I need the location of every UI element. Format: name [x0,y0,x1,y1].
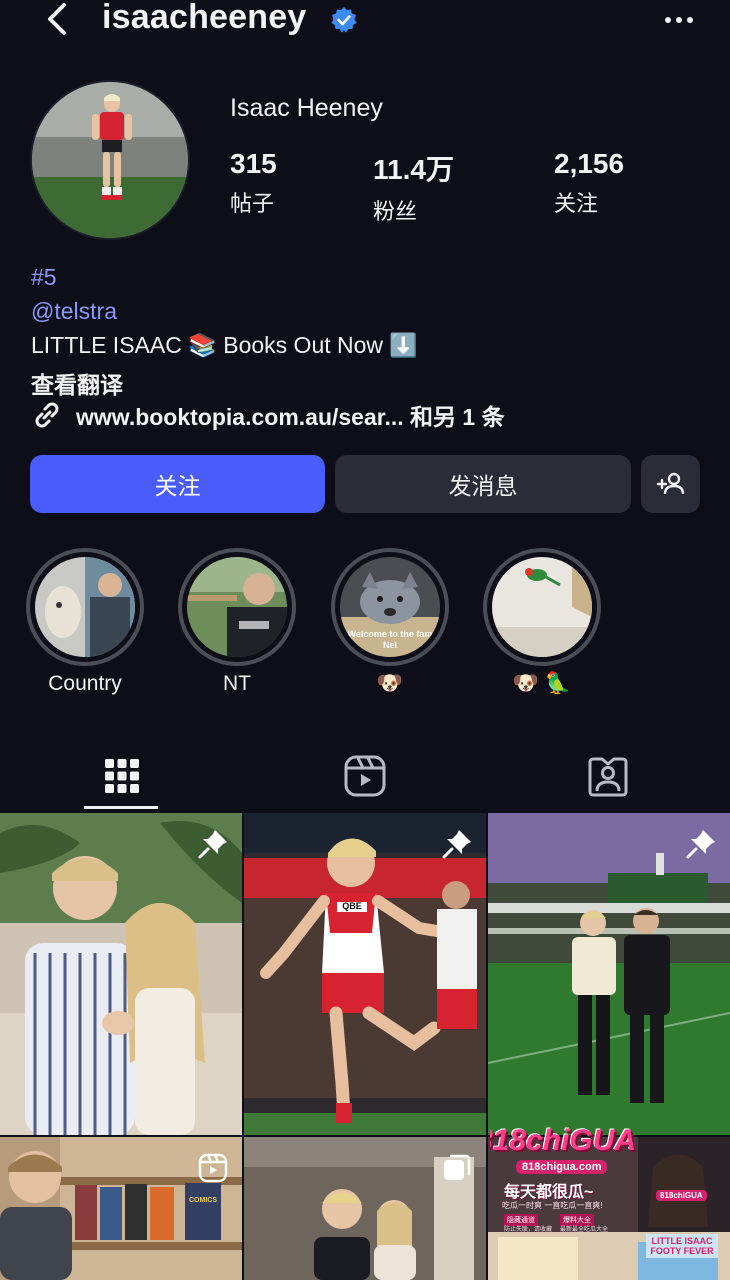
bio-mention[interactable]: @telstra [31,298,117,325]
ad-overlay[interactable]: 818chiGUA 818chigua.com 每天都很瓜~ 吃瓜一时爽 一直吃… [490,1120,730,1280]
highlight-thumbnail-text: Welcome to the fam Nel [347,629,433,650]
pin-icon [442,830,471,859]
highlight-dog-parrot[interactable]: 🐶 🦜 [483,548,601,696]
message-button[interactable]: 发消息 [335,455,631,513]
highlight-thumbnail [35,557,135,657]
suggest-people-button[interactable] [641,455,700,513]
profile-avatar[interactable] [30,80,190,240]
follow-button-label: 关注 [154,473,201,499]
ad-headline: 每天都很瓜~ [504,1184,594,1201]
shelf-text: COMICS [189,1197,217,1204]
stat-following-label: 关注 [554,191,599,216]
profile-full-name: Isaac Heeney [230,94,383,122]
top-bar: isaacheeney [0,0,730,44]
carousel-badge-icon [444,1154,471,1180]
see-translation-link[interactable]: 查看翻译 [31,366,123,400]
active-tab-indicator [84,806,158,809]
profile-tabs [0,740,730,812]
stat-following-value: 2,156 [554,148,625,179]
post-tile[interactable] [244,1137,486,1280]
stat-following[interactable]: 2,156 关注 [554,148,624,218]
post-tile[interactable] [488,813,730,1135]
tagged-person-icon [588,757,627,797]
highlight-thumbnail [492,557,592,657]
reel-badge-icon [198,1153,228,1183]
tab-tagged[interactable] [486,740,729,812]
highlight-ring: Welcome to the fam Nel [331,548,449,666]
ad-logo: 818chiGUA [490,1124,637,1157]
bio-website-text: www.booktopia.com.au/sear... 和另 1 条 [76,404,505,430]
stat-followers[interactable]: 11.4万 粉丝 [373,148,454,226]
stat-posts-value: 315 [230,148,277,179]
link-icon [35,402,59,428]
highlight-ring [483,548,601,666]
post-shirt-text: QBE [342,901,362,911]
post-tile[interactable] [0,813,242,1135]
stat-posts-label: 帖子 [230,191,275,216]
grid-icon [104,759,139,793]
profile-username: isaacheeney [102,0,307,36]
highlight-label: NT [223,672,251,695]
message-button-label: 发消息 [448,473,518,499]
follow-button[interactable]: 关注 [30,455,325,513]
highlight-ring [178,548,296,666]
bio-hashtag[interactable]: #5 [31,264,57,291]
ad-sub-1: 防止失联，请收藏 [504,1227,553,1233]
stat-posts[interactable]: 315 帖子 [230,148,277,218]
ad-side-text: 818chiGUA [656,1190,707,1201]
more-horizontal-icon[interactable] [660,8,700,32]
stat-followers-value: 11.4万 [373,154,454,185]
bio-website-link[interactable]: www.booktopia.com.au/sear... 和另 1 条 [30,398,505,432]
ad-url: 818chigua.com [516,1160,608,1174]
tab-posts[interactable] [0,740,243,812]
highlight-ring [26,548,144,666]
pin-icon [686,830,715,859]
post-tile[interactable]: COMICS [0,1137,242,1280]
highlight-label: Country [48,672,122,695]
add-person-icon [656,472,684,495]
reels-icon [344,755,385,797]
verified-badge-icon [331,7,357,33]
ad-sub-2: 最新最全吃瓜大全 [560,1227,609,1233]
highlight-thumbnail: Welcome to the fam Nel [340,557,440,657]
ad-tagline: 吃瓜一时爽 一直吃瓜一直爽! [502,1201,603,1210]
highlight-country[interactable]: Country [26,548,144,696]
pin-icon [198,830,227,859]
chevron-left-icon[interactable] [38,0,78,40]
highlight-nt[interactable]: NT [178,548,296,696]
bio-text: LITTLE ISAAC 📚 Books Out Now ⬇️ [31,332,419,358]
highlight-label: 🐶 🦜 [512,672,572,695]
highlight-label: 🐶 [376,672,404,695]
tab-reels[interactable] [243,740,486,812]
post-tile[interactable]: QBE [244,813,486,1135]
stat-followers-label: 粉丝 [373,199,418,224]
highlight-thumbnail [187,557,287,657]
ad-book-cover: LITTLE ISAAC FOOTY FEVER [646,1234,718,1258]
highlight-dog[interactable]: Welcome to the fam Nel 🐶 [331,548,449,696]
